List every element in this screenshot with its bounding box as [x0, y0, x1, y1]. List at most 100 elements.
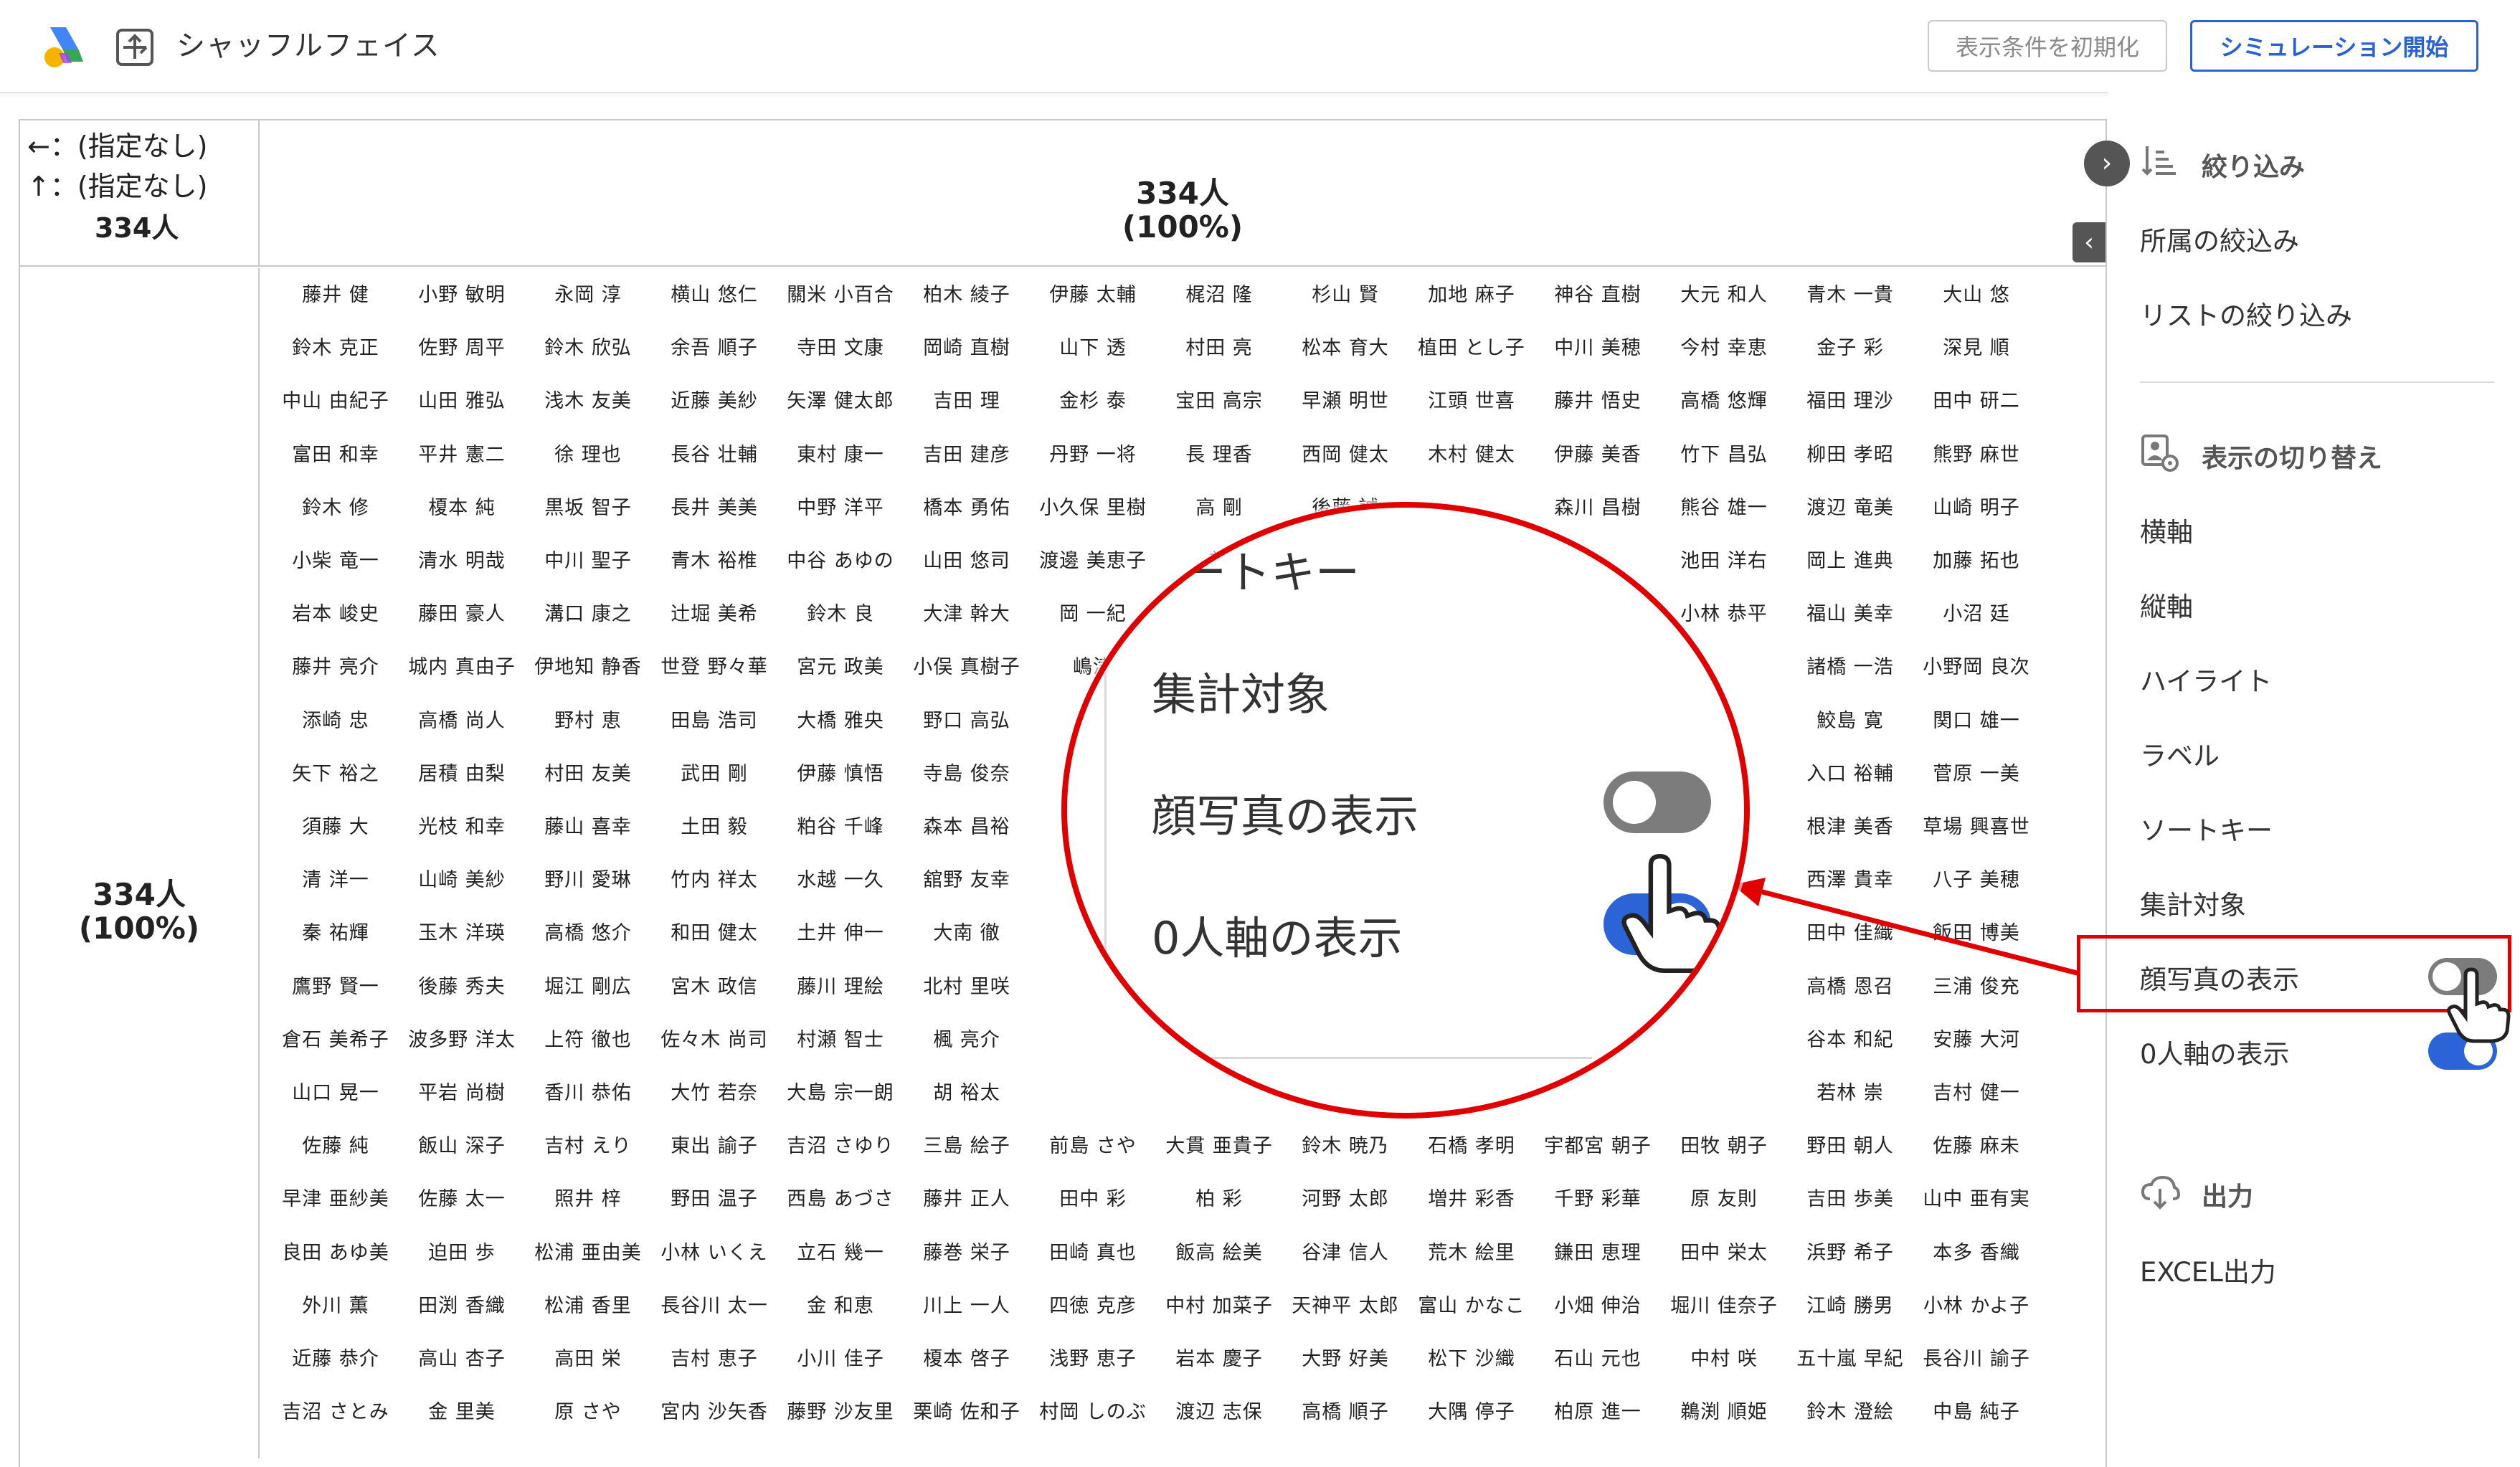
- person-name[interactable]: 佐藤 太一: [399, 1185, 525, 1214]
- person-name[interactable]: 東村 康一: [777, 441, 904, 470]
- person-name[interactable]: 小野岡 良次: [1913, 653, 2040, 682]
- person-name[interactable]: 大竹 若奈: [651, 1079, 777, 1108]
- person-name[interactable]: 吉田 理: [904, 387, 1030, 416]
- person-name[interactable]: 野村 恵: [525, 707, 651, 736]
- person-name[interactable]: 藤巻 栄子: [904, 1239, 1030, 1268]
- person-name[interactable]: 楓 亮介: [904, 1026, 1030, 1055]
- person-name[interactable]: 福田 理沙: [1787, 387, 1913, 416]
- person-name[interactable]: 波多野 洋太: [399, 1026, 525, 1055]
- person-name[interactable]: 渡辺 志保: [1156, 1398, 1282, 1427]
- person-name[interactable]: 山田 悠司: [904, 547, 1030, 576]
- person-name[interactable]: 辻堀 美希: [651, 600, 777, 629]
- person-name[interactable]: 岩本 峻史: [273, 600, 399, 629]
- person-name[interactable]: 中野 洋平: [777, 494, 904, 523]
- person-name[interactable]: 長谷 壮輔: [651, 441, 777, 470]
- person-name[interactable]: 外川 薫: [273, 1292, 399, 1321]
- person-name[interactable]: 田島 浩司: [651, 707, 777, 736]
- person-name[interactable]: 根津 美香: [1787, 813, 1913, 842]
- person-name[interactable]: 土井 伸一: [777, 919, 904, 948]
- person-name[interactable]: 鈴木 良: [777, 600, 904, 629]
- horizontal-axis-setting[interactable]: 横軸: [2140, 511, 2193, 549]
- person-name[interactable]: 藤井 正人: [904, 1185, 1030, 1214]
- person-name[interactable]: 倉石 美希子: [273, 1026, 399, 1055]
- person-name[interactable]: 吉田 歩美: [1787, 1185, 1913, 1214]
- aggregation-target-setting[interactable]: 集計対象: [2140, 883, 2246, 922]
- person-name[interactable]: 藤井 悟史: [1535, 387, 1661, 416]
- filter-by-department[interactable]: 所属の絞込み: [2140, 219, 2299, 258]
- person-name[interactable]: 荒木 絵里: [1408, 1239, 1535, 1268]
- person-name[interactable]: 須藤 大: [273, 813, 399, 842]
- person-name[interactable]: 高橋 順子: [1282, 1398, 1408, 1427]
- person-name[interactable]: 飯山 深子: [399, 1132, 525, 1161]
- person-name[interactable]: 長 理香: [1156, 441, 1282, 470]
- person-name[interactable]: 河野 太郎: [1282, 1185, 1408, 1214]
- person-name[interactable]: 世登 野々華: [651, 653, 777, 682]
- person-name[interactable]: 粕谷 千峰: [777, 813, 904, 842]
- person-name[interactable]: 野口 高弘: [904, 707, 1030, 736]
- person-name[interactable]: 吉村 えり: [525, 1132, 651, 1161]
- person-name[interactable]: 佐々木 尚司: [651, 1026, 777, 1055]
- person-name[interactable]: 西島 あづさ: [777, 1185, 904, 1214]
- person-name[interactable]: 迫田 歩: [399, 1239, 525, 1268]
- person-name[interactable]: 長井 美美: [651, 494, 777, 523]
- person-name[interactable]: 照井 梓: [525, 1185, 651, 1214]
- person-name[interactable]: 田牧 朝子: [1661, 1132, 1787, 1161]
- person-name[interactable]: 野田 朝人: [1787, 1132, 1913, 1161]
- person-name[interactable]: 近藤 美紗: [651, 387, 777, 416]
- person-name[interactable]: 舘野 友幸: [904, 866, 1030, 895]
- person-name[interactable]: 和田 健太: [651, 919, 777, 948]
- person-name[interactable]: 北村 里咲: [904, 973, 1030, 1002]
- person-name[interactable]: 居積 由梨: [399, 760, 525, 789]
- person-name[interactable]: 天神平 太郎: [1282, 1292, 1408, 1321]
- person-name[interactable]: 横山 悠仁: [651, 281, 777, 310]
- person-name[interactable]: 後藤 秀夫: [399, 973, 525, 1002]
- person-name[interactable]: 伊地知 静香: [525, 653, 651, 682]
- person-name[interactable]: 高田 栄: [525, 1345, 651, 1374]
- person-name[interactable]: 鮫島 寛: [1787, 707, 1913, 736]
- person-name[interactable]: 青木 裕椎: [651, 547, 777, 576]
- person-name[interactable]: 光枝 和幸: [399, 813, 525, 842]
- person-name[interactable]: 吉村 健一: [1913, 1079, 2040, 1108]
- person-name[interactable]: 松下 沙織: [1408, 1345, 1535, 1374]
- person-name[interactable]: 杉山 賢: [1282, 281, 1408, 310]
- person-name[interactable]: 高橋 尚人: [399, 707, 525, 736]
- person-name[interactable]: 早津 亜紗美: [273, 1185, 399, 1214]
- person-name[interactable]: 鈴木 澄絵: [1787, 1398, 1913, 1427]
- person-name[interactable]: 松浦 亜由美: [525, 1239, 651, 1268]
- person-name[interactable]: 永岡 淳: [525, 281, 651, 310]
- person-name[interactable]: 岡崎 直樹: [904, 334, 1030, 363]
- person-name[interactable]: 植田 とし子: [1408, 334, 1535, 363]
- sort-key-setting[interactable]: ソートキー: [2140, 809, 2273, 848]
- person-name[interactable]: 三島 絵子: [904, 1132, 1030, 1161]
- person-name[interactable]: 入口 裕輔: [1787, 760, 1913, 789]
- person-name[interactable]: 大隅 停子: [1408, 1398, 1535, 1427]
- person-name[interactable]: 松本 育大: [1282, 334, 1408, 363]
- person-name[interactable]: 良田 あゆ美: [273, 1239, 399, 1268]
- person-name[interactable]: 田渕 香織: [399, 1292, 525, 1321]
- person-name[interactable]: 大島 宗一朗: [777, 1079, 904, 1108]
- person-name[interactable]: 小俣 真樹子: [904, 653, 1030, 682]
- person-name[interactable]: 鷹野 賢一: [273, 973, 399, 1002]
- person-name[interactable]: 吉沼 さとみ: [273, 1398, 399, 1427]
- person-name[interactable]: 山崎 明子: [1913, 494, 2040, 523]
- person-name[interactable]: 長谷川 太一: [651, 1292, 777, 1321]
- person-name[interactable]: 藤田 豪人: [399, 600, 525, 629]
- person-name[interactable]: 加地 麻子: [1408, 281, 1535, 310]
- person-name[interactable]: 橋本 勇佑: [904, 494, 1030, 523]
- person-name[interactable]: 竹内 祥太: [651, 866, 777, 895]
- person-name[interactable]: 今村 幸恵: [1661, 334, 1787, 363]
- person-name[interactable]: 山下 透: [1030, 334, 1156, 363]
- person-name[interactable]: 福山 美幸: [1787, 600, 1913, 629]
- person-name[interactable]: 佐野 周平: [399, 334, 525, 363]
- person-name[interactable]: 谷本 和紀: [1787, 1026, 1913, 1055]
- person-name[interactable]: 佐藤 麻未: [1913, 1132, 2040, 1161]
- person-name[interactable]: 大野 好美: [1282, 1345, 1408, 1374]
- person-name[interactable]: 秦 祐輝: [273, 919, 399, 948]
- person-name[interactable]: 村瀬 智士: [777, 1026, 904, 1055]
- person-name[interactable]: 田中 栄太: [1661, 1239, 1787, 1268]
- person-name[interactable]: 岩本 慶子: [1156, 1345, 1282, 1374]
- person-name[interactable]: 諸橋 一浩: [1787, 653, 1913, 682]
- person-name[interactable]: 早瀬 明世: [1282, 387, 1408, 416]
- person-name[interactable]: 富山 かなこ: [1408, 1292, 1535, 1321]
- person-name[interactable]: 大貫 亜貴子: [1156, 1132, 1282, 1161]
